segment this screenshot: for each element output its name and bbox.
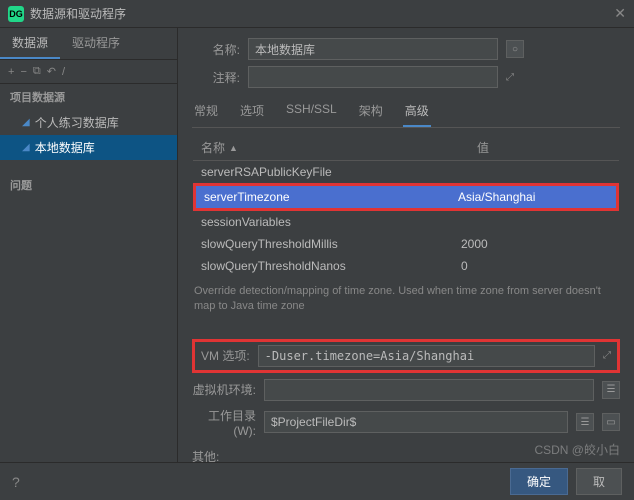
table-row[interactable]: slowQueryThresholdNanos0 (193, 255, 619, 277)
tab-schemas[interactable]: 架构 (357, 98, 385, 127)
tab-options[interactable]: 选项 (238, 98, 266, 127)
expand-icon[interactable]: ⤢ (506, 72, 514, 83)
tab-drivers[interactable]: 驱动程序 (60, 28, 132, 59)
table-row[interactable]: serverRSAPublicKeyFile (193, 161, 619, 183)
expand-icon[interactable]: ⤢ (603, 350, 611, 361)
copy-icon[interactable]: ⧉ (33, 65, 41, 78)
ok-button[interactable]: 确定 (510, 468, 568, 495)
tab-advanced[interactable]: 高级 (403, 98, 431, 127)
cancel-button[interactable]: 取 (576, 468, 622, 495)
tree-item-local-db[interactable]: ◢ 本地数据库 (0, 135, 177, 160)
env-label: 虚拟机环境: (192, 381, 256, 398)
slash-icon[interactable]: / (62, 66, 65, 78)
browse-icon[interactable]: ☰ (602, 381, 620, 399)
dg-logo: DG (8, 6, 24, 22)
table-row[interactable]: slowQueryThresholdMillis2000 (193, 233, 619, 255)
db-icon: ◢ (22, 117, 30, 128)
tab-datasources[interactable]: 数据源 (0, 28, 60, 59)
add-icon[interactable]: + (8, 66, 14, 78)
property-help: Override detection/mapping of time zone.… (192, 278, 620, 321)
other-label: 其他: (192, 448, 620, 462)
name-input[interactable] (248, 38, 498, 60)
name-label: 名称: (192, 41, 240, 58)
remove-icon[interactable]: − (20, 66, 26, 78)
sidebar-header: 项目数据源 (0, 84, 177, 110)
vm-options-input[interactable] (258, 345, 595, 367)
folder-icon[interactable]: ▭ (602, 413, 620, 431)
tree-item-practice-db[interactable]: ◢ 个人练习数据库 (0, 110, 177, 135)
undo-icon[interactable]: ↶ (47, 65, 56, 78)
comment-label: 注释: (192, 69, 240, 86)
tab-general[interactable]: 常规 (192, 98, 220, 127)
close-icon[interactable]: ✕ (614, 5, 626, 22)
window-title: 数据源和驱动程序 (30, 5, 126, 22)
color-picker-button[interactable]: ○ (506, 40, 524, 58)
tree-label: 本地数据库 (35, 139, 95, 156)
col-name[interactable]: 名称 ▲ (193, 135, 469, 160)
vm-options-label: VM 选项: (201, 347, 250, 364)
workdir-label: 工作目录(W): (192, 407, 256, 438)
col-value[interactable]: 值 (469, 135, 619, 160)
table-row-servertimezone[interactable]: serverTimezoneAsia/Shanghai (193, 183, 619, 211)
table-row[interactable]: sessionVariables (193, 211, 619, 233)
workdir-input[interactable] (264, 411, 568, 433)
history-icon[interactable]: ☰ (576, 413, 594, 431)
db-icon: ◢ (22, 142, 30, 153)
env-input[interactable] (264, 379, 594, 401)
tree-label: 个人练习数据库 (35, 114, 119, 131)
problems-header: 问题 (0, 172, 177, 198)
comment-input[interactable] (248, 66, 498, 88)
tab-ssh[interactable]: SSH/SSL (284, 98, 339, 127)
help-icon[interactable]: ? (12, 474, 20, 490)
